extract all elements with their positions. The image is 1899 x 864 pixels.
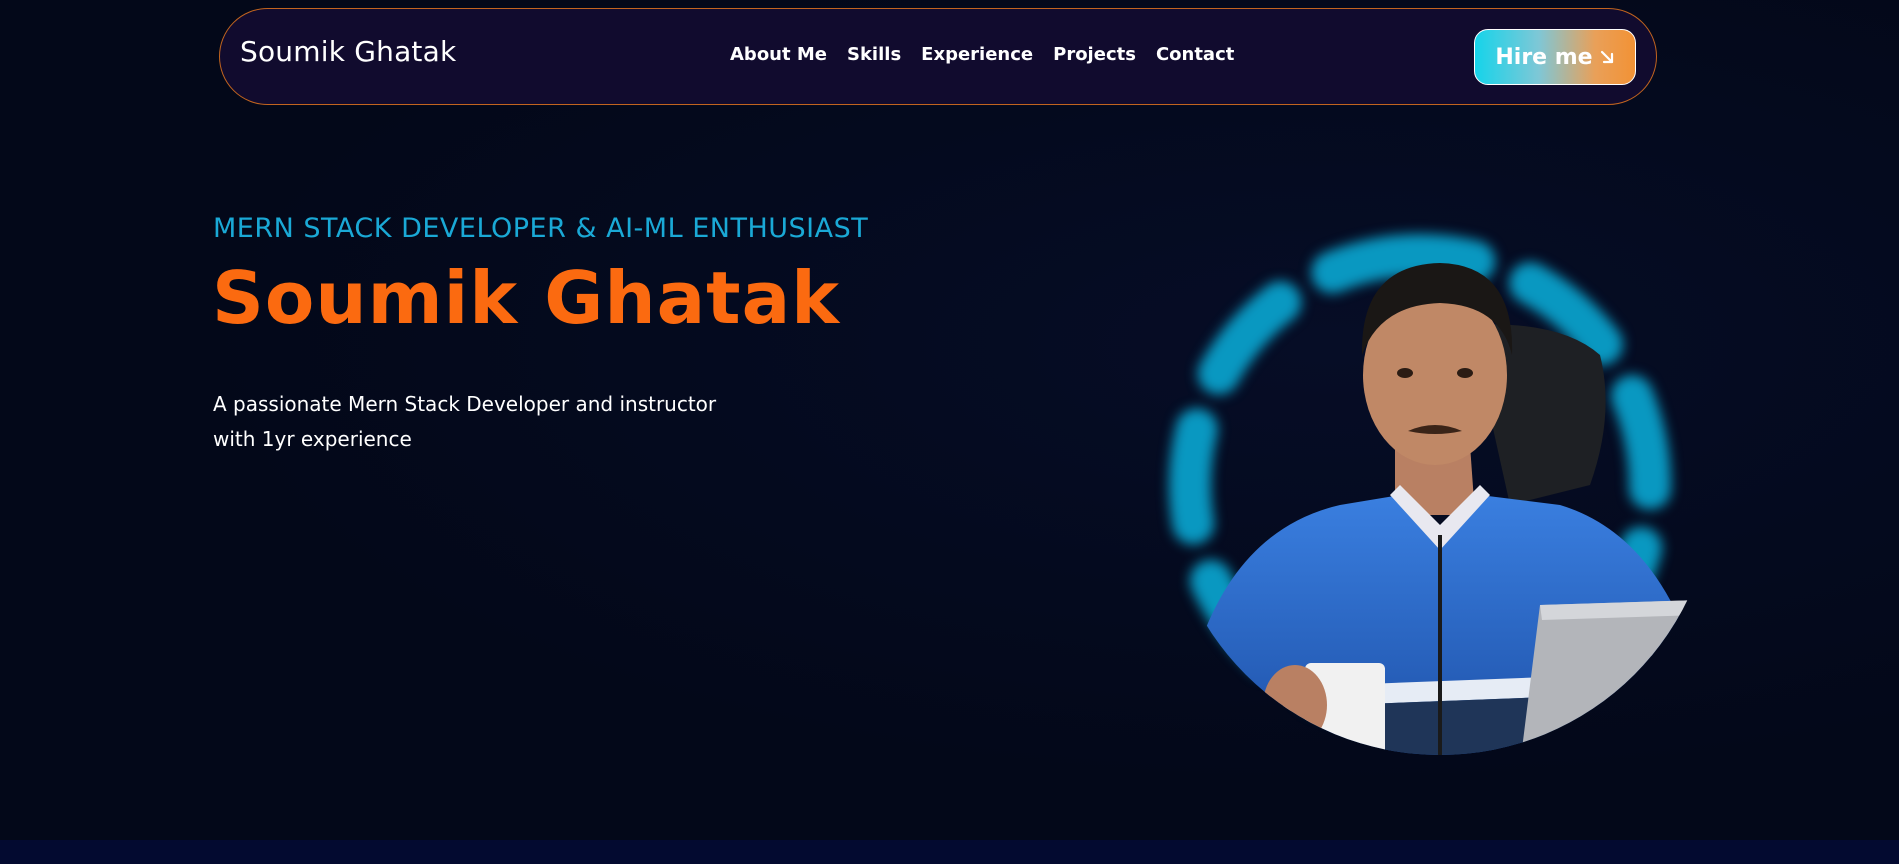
nav-links: About Me Skills Experience Projects Cont… (730, 44, 1234, 65)
brand-logo[interactable]: Soumik Ghatak (240, 35, 456, 68)
arrow-down-right-icon (1600, 50, 1613, 64)
nav-link-projects[interactable]: Projects (1053, 44, 1136, 65)
hero-title: Soumik Ghatak (212, 256, 841, 340)
hire-me-label: Hire me (1495, 44, 1593, 70)
nav-link-experience[interactable]: Experience (921, 44, 1033, 65)
profile-photo (1180, 263, 1700, 755)
hire-me-button[interactable]: Hire me (1474, 29, 1636, 85)
nav-link-contact[interactable]: Contact (1156, 44, 1234, 65)
page: Soumik Ghatak About Me Skills Experience… (0, 0, 1899, 864)
navbar: Soumik Ghatak About Me Skills Experience… (219, 8, 1657, 105)
hero-description: A passionate Mern Stack Developer and in… (213, 387, 773, 457)
nav-link-about-me[interactable]: About Me (730, 44, 827, 65)
nav-link-skills[interactable]: Skills (847, 44, 901, 65)
hero-description-line-2: with 1yr experience (213, 427, 412, 451)
portrait-section (1140, 205, 1700, 765)
hero-description-line-1: A passionate Mern Stack Developer and in… (213, 392, 717, 416)
hero-subtitle: MERN STACK DEVELOPER & AI-ML ENTHUSIAST (213, 213, 869, 244)
next-section-edge (0, 840, 1899, 864)
